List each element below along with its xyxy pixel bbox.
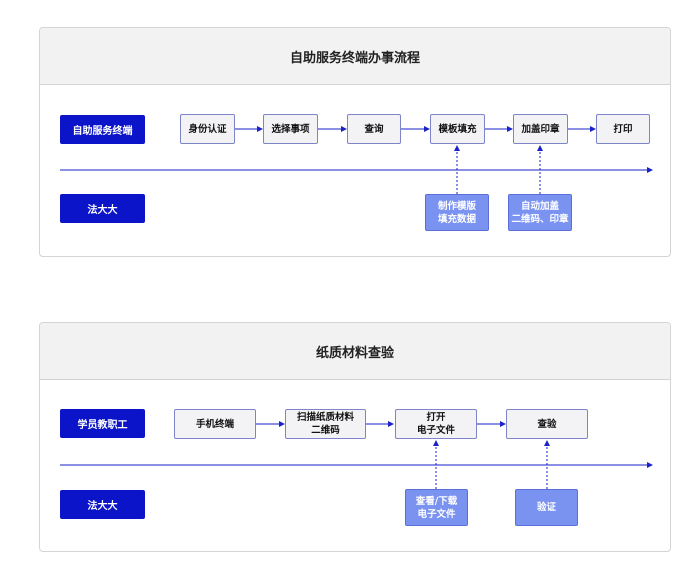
step-scan-qr: 扫描纸质材料 二维码	[285, 409, 366, 439]
lane-label-students-staff: 学员教职工	[60, 409, 145, 438]
step-mobile-terminal: 手机终端	[174, 409, 256, 439]
sub-step-auto-seal: 自动加盖 二维码、印章	[508, 194, 572, 231]
lane-label-fadada-2: 法大大	[60, 490, 145, 519]
sub-step-validate: 验证	[515, 489, 578, 526]
lane-label-self-service: 自助服务终端	[60, 115, 145, 144]
lane-label-fadada: 法大大	[60, 194, 145, 223]
sub-step-make-template: 制作模版 填充数据	[425, 194, 489, 231]
step-add-seal: 加盖印章	[513, 114, 568, 144]
step-print: 打印	[596, 114, 650, 144]
step-identity-auth: 身份认证	[180, 114, 235, 144]
step-template-fill: 模板填充	[430, 114, 485, 144]
step-open-file: 打开 电子文件	[395, 409, 477, 439]
step-verify: 查验	[506, 409, 588, 439]
step-select-item: 选择事项	[263, 114, 318, 144]
sub-step-view-download: 查看/下载 电子文件	[405, 489, 468, 526]
step-query: 查询	[347, 114, 401, 144]
